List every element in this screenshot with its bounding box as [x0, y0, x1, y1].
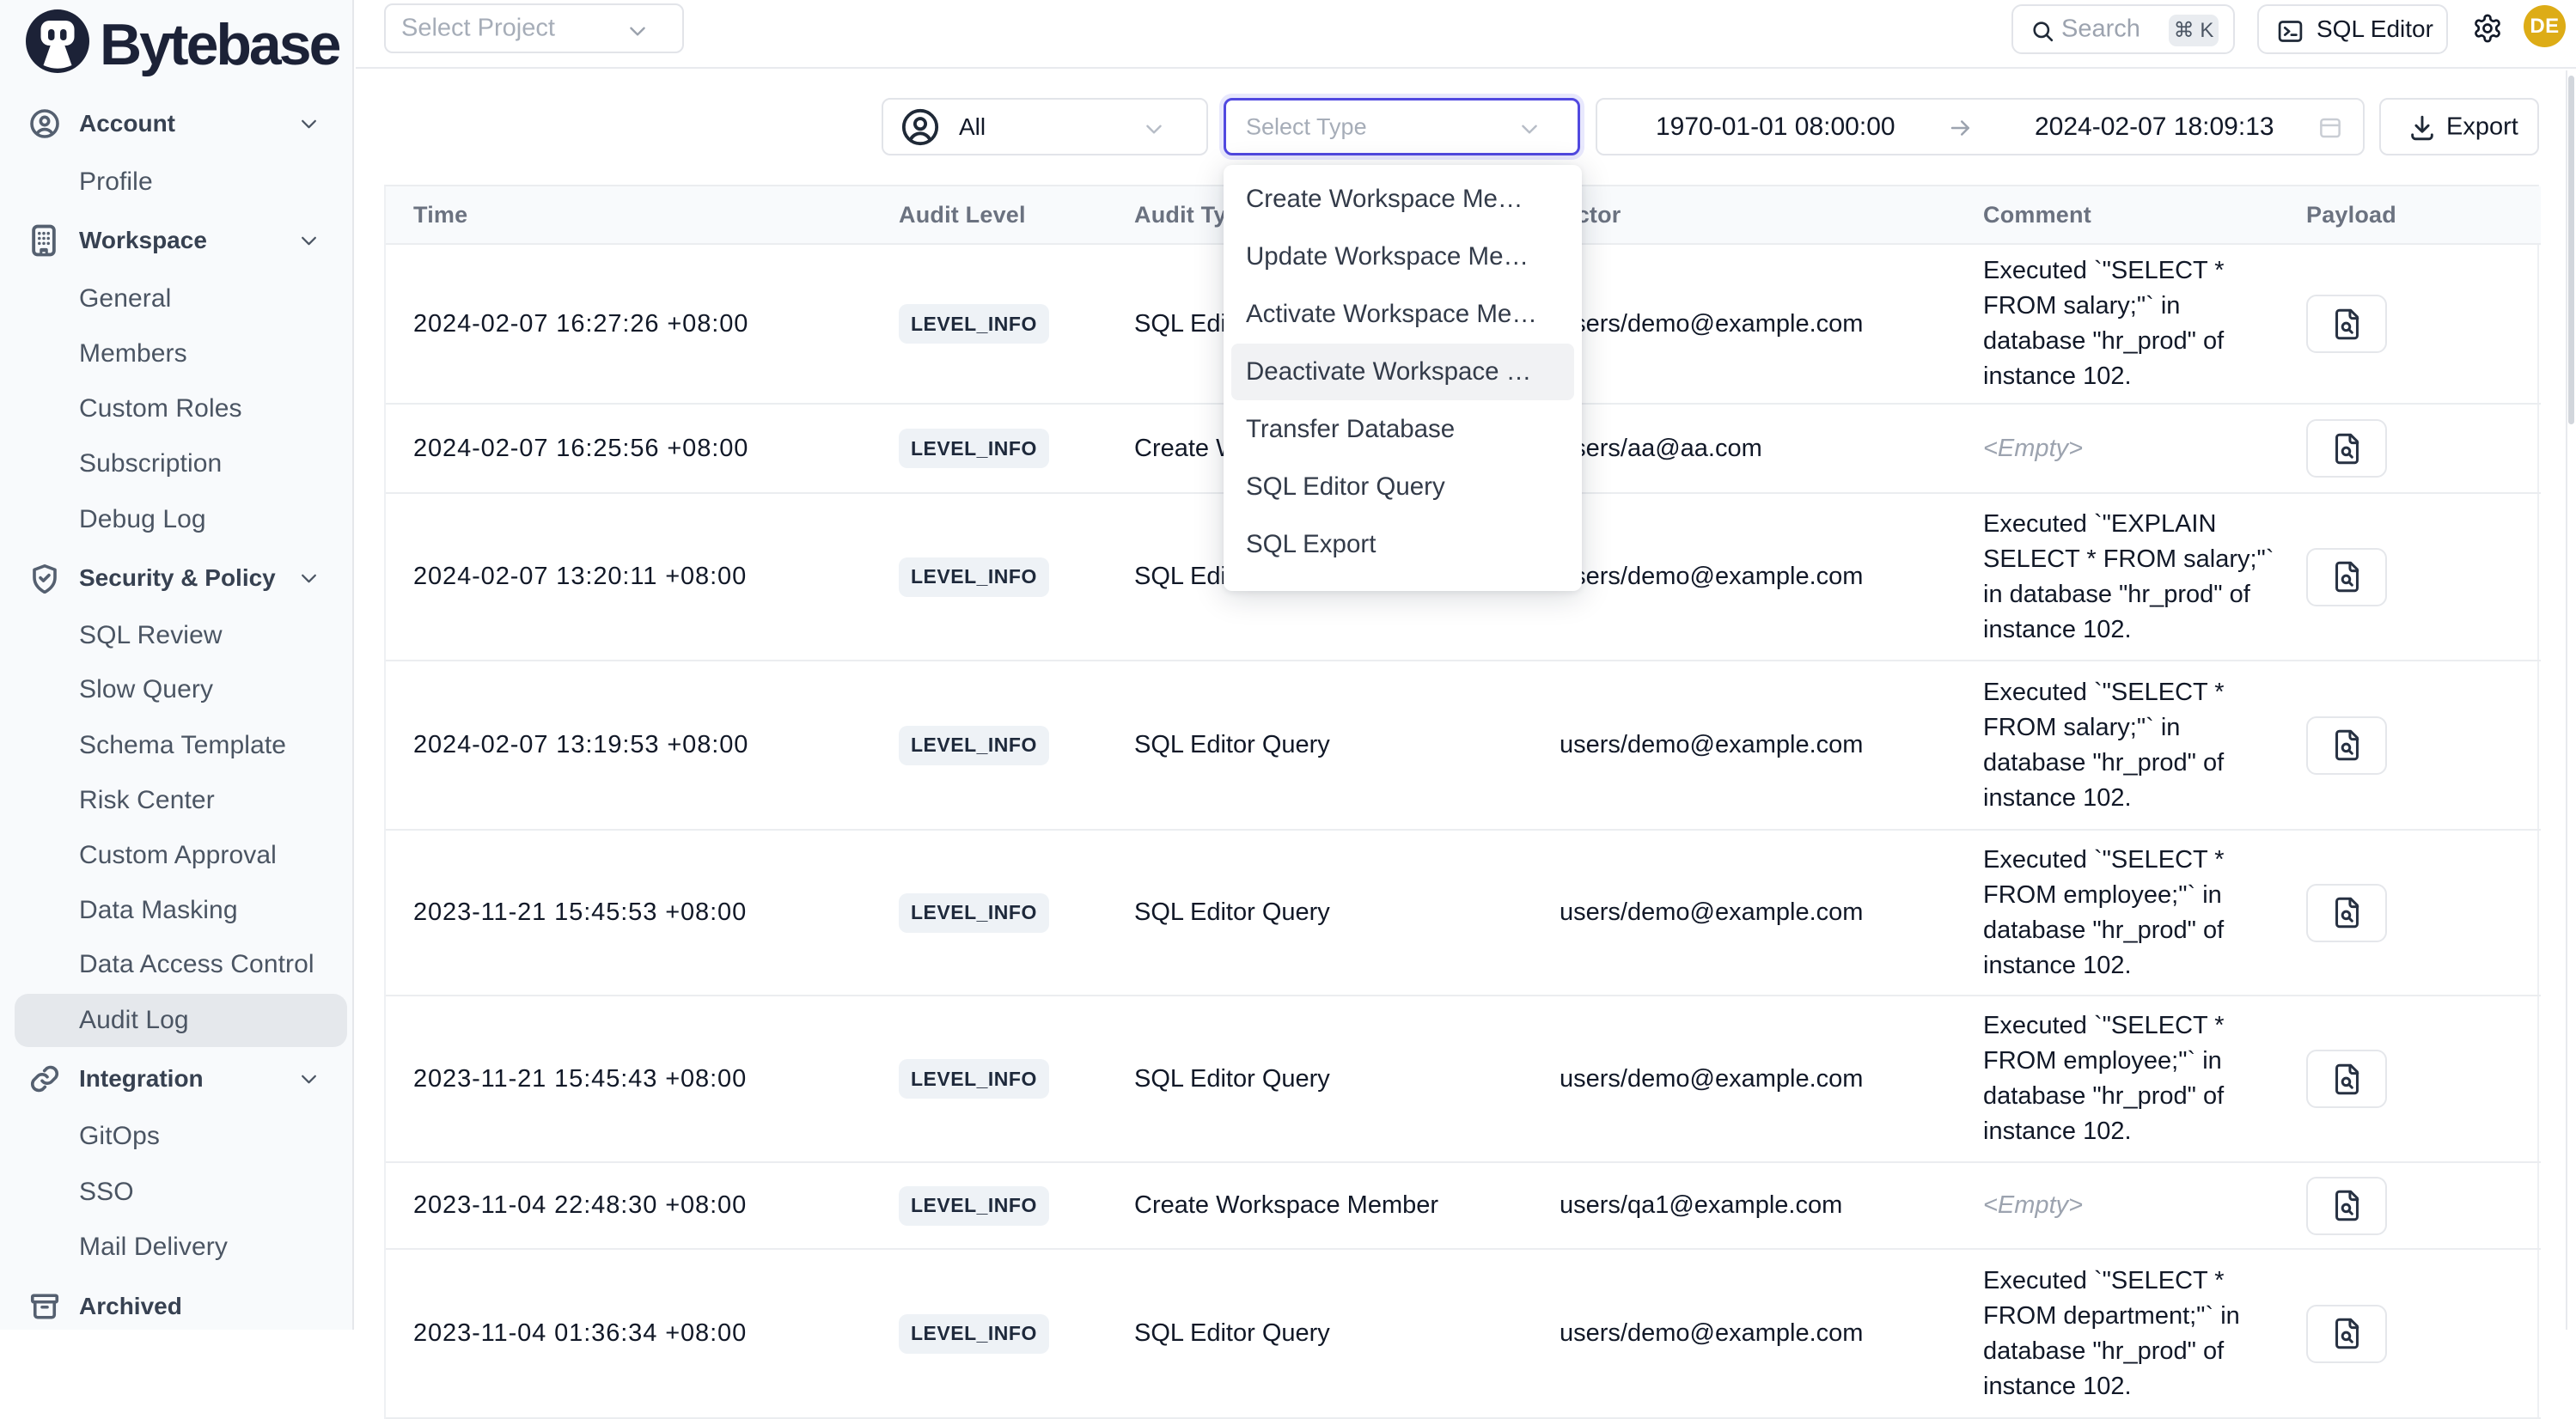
- svg-text:Bytebase: Bytebase: [100, 12, 340, 77]
